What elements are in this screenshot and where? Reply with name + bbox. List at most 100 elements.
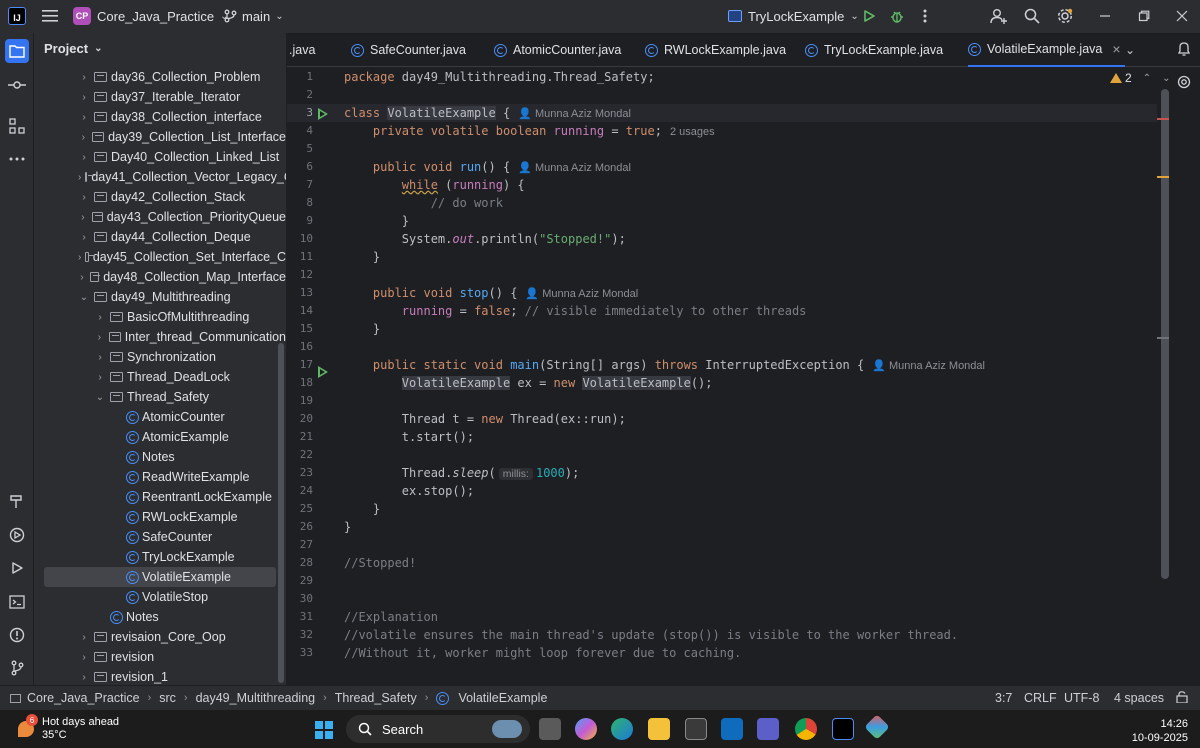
- tree-folder-item[interactable]: › day37_Iterable_Iterator: [34, 87, 286, 107]
- start-button[interactable]: [315, 721, 333, 739]
- chevron-right-icon[interactable]: ›: [78, 672, 90, 683]
- microsoft-store-icon[interactable]: [685, 718, 707, 740]
- project-tree-scrollbar[interactable]: [278, 343, 284, 683]
- read-only-toggle[interactable]: [1176, 691, 1188, 706]
- more-tools-button[interactable]: [5, 147, 29, 171]
- warning-stripe-mark[interactable]: [1157, 176, 1169, 178]
- author-inlay[interactable]: 👤 Munna Aziz Mondal: [518, 108, 631, 120]
- tree-class-item[interactable]: Notes: [34, 607, 286, 627]
- tree-class-item[interactable]: AtomicCounter: [34, 407, 286, 427]
- info-stripe-mark[interactable]: [1157, 337, 1169, 339]
- chevron-right-icon[interactable]: ›: [78, 112, 90, 123]
- close-tab-icon[interactable]: ×: [1112, 41, 1120, 57]
- branch-switcher[interactable]: main ⌄: [223, 6, 284, 26]
- commit-tool-button[interactable]: [5, 73, 29, 97]
- weather-widget[interactable]: 6 Hot days ahead 35°C: [18, 714, 119, 742]
- project-switcher[interactable]: CP Core_Java_Practice ⌄: [73, 6, 228, 26]
- chevron-right-icon[interactable]: ›: [94, 352, 106, 363]
- editor-tab[interactable]: RWLockExample.java: [645, 33, 786, 67]
- system-clock[interactable]: 14:26 10-09-2025: [1130, 717, 1188, 745]
- chevron-down-icon[interactable]: ⌄: [78, 292, 90, 303]
- chevron-right-icon[interactable]: ›: [78, 272, 86, 283]
- intellij-taskbar-icon[interactable]: [832, 718, 854, 740]
- project-tool-button[interactable]: [5, 39, 29, 63]
- error-stripe-mark[interactable]: [1157, 118, 1169, 120]
- tree-folder-item[interactable]: › day45_Collection_Set_Interface_C: [34, 247, 286, 267]
- chevron-right-icon[interactable]: ›: [78, 212, 88, 223]
- notifications-button[interactable]: [1177, 41, 1191, 60]
- task-view-icon[interactable]: [539, 718, 561, 740]
- chevron-right-icon[interactable]: ›: [78, 632, 90, 643]
- tree-folder-item[interactable]: › day38_Collection_interface: [34, 107, 286, 127]
- tree-class-item[interactable]: RWLockExample: [34, 507, 286, 527]
- tree-class-item[interactable]: TryLockExample: [34, 547, 286, 567]
- previous-highlight-icon[interactable]: ⌃: [1143, 73, 1151, 84]
- chevron-right-icon[interactable]: ›: [78, 252, 81, 263]
- author-inlay[interactable]: 👤 Munna Aziz Mondal: [518, 162, 631, 174]
- inspection-widget[interactable]: 2 ⌃ ⌄: [1110, 71, 1170, 85]
- tree-folder-item[interactable]: › day39_Collection_List_Interface: [34, 127, 286, 147]
- edge-browser-icon[interactable]: [611, 718, 633, 740]
- tree-class-item[interactable]: SafeCounter: [34, 527, 286, 547]
- more-actions-button[interactable]: [915, 6, 935, 26]
- tree-folder-item[interactable]: › BasicOfMultithreading: [34, 307, 286, 327]
- tree-folder-item[interactable]: ⌄ day49_Multithreading: [34, 287, 286, 307]
- breadcrumb-item[interactable]: Thread_Safety: [335, 691, 417, 705]
- breadcrumb-item[interactable]: src: [159, 691, 176, 705]
- project-panel-header[interactable]: Project ⌄: [44, 41, 102, 56]
- tree-folder-item[interactable]: › day43_Collection_PriorityQueue: [34, 207, 286, 227]
- tree-folder-item[interactable]: › revision_1: [34, 667, 286, 685]
- chrome-browser-icon[interactable]: [795, 718, 817, 740]
- main-menu-button[interactable]: [40, 6, 60, 26]
- app-diamond-icon[interactable]: [864, 714, 890, 740]
- next-highlight-icon[interactable]: ⌄: [1162, 73, 1170, 84]
- tree-folder-item[interactable]: › day36_Collection_Problem: [34, 67, 286, 87]
- tree-folder-item[interactable]: › Day40_Collection_Linked_List: [34, 147, 286, 167]
- search-everywhere-button[interactable]: [1022, 6, 1042, 26]
- chevron-right-icon[interactable]: ›: [94, 332, 105, 343]
- tree-folder-item[interactable]: › day48_Collection_Map_Interface: [34, 267, 286, 287]
- run-main-gutter-icon[interactable]: [318, 366, 328, 378]
- chevron-right-icon[interactable]: ›: [78, 192, 90, 203]
- tree-class-item[interactable]: ReadWriteExample: [34, 467, 286, 487]
- chevron-down-icon[interactable]: ⌄: [94, 392, 106, 403]
- chevron-right-icon[interactable]: ›: [78, 172, 81, 183]
- chevron-right-icon[interactable]: ›: [94, 372, 106, 383]
- editor-tab[interactable]: AtomicCounter.java: [494, 33, 621, 67]
- breadcrumb-item[interactable]: Core_Java_Practice: [10, 691, 140, 705]
- chevron-right-icon[interactable]: ›: [78, 652, 90, 663]
- usages-inlay[interactable]: 2 usages: [670, 126, 715, 138]
- chevron-right-icon[interactable]: ›: [78, 152, 90, 163]
- add-user-button[interactable]: [989, 6, 1009, 26]
- run-configuration-selector[interactable]: TryLockExample ⌄: [728, 5, 859, 27]
- chevron-right-icon[interactable]: ›: [78, 132, 88, 143]
- tree-class-item[interactable]: VolatileExample: [44, 567, 276, 587]
- tree-class-item[interactable]: Notes: [34, 447, 286, 467]
- tree-folder-item[interactable]: › day41_Collection_Vector_Legacy_C: [34, 167, 286, 187]
- editor-tab[interactable]: .java: [289, 33, 315, 67]
- run-button[interactable]: [859, 6, 879, 26]
- run-class-gutter-icon[interactable]: [318, 108, 328, 120]
- breadcrumb-item[interactable]: day49_Multithreading: [196, 691, 316, 705]
- outlook-icon[interactable]: [721, 718, 743, 740]
- tree-folder-item[interactable]: ⌄ Thread_Safety: [34, 387, 286, 407]
- copilot-icon[interactable]: [575, 718, 597, 740]
- chevron-right-icon[interactable]: ›: [78, 72, 90, 83]
- editor-tab[interactable]: VolatileExample.java ×: [968, 33, 1125, 67]
- line-separator[interactable]: CRLF: [1024, 691, 1057, 705]
- tree-folder-item[interactable]: › day42_Collection_Stack: [34, 187, 286, 207]
- editor-tab[interactable]: SafeCounter.java: [351, 33, 466, 67]
- close-window-button[interactable]: [1172, 6, 1192, 26]
- intellij-logo-icon[interactable]: IJ: [8, 7, 26, 25]
- teams-icon[interactable]: [757, 718, 779, 740]
- tree-folder-item[interactable]: › revision: [34, 647, 286, 667]
- tree-folder-item[interactable]: › Synchronization: [34, 347, 286, 367]
- minimize-window-button[interactable]: [1095, 6, 1115, 26]
- tree-class-item[interactable]: VolatileStop: [34, 587, 286, 607]
- tree-class-item[interactable]: AtomicExample: [34, 427, 286, 447]
- ai-assistant-button[interactable]: [1177, 75, 1191, 92]
- author-inlay[interactable]: 👤 Munna Aziz Mondal: [525, 288, 638, 300]
- tree-folder-item[interactable]: › revisaion_Core_Oop: [34, 627, 286, 647]
- author-inlay[interactable]: 👤 Munna Aziz Mondal: [872, 360, 985, 372]
- chevron-right-icon[interactable]: ›: [78, 232, 90, 243]
